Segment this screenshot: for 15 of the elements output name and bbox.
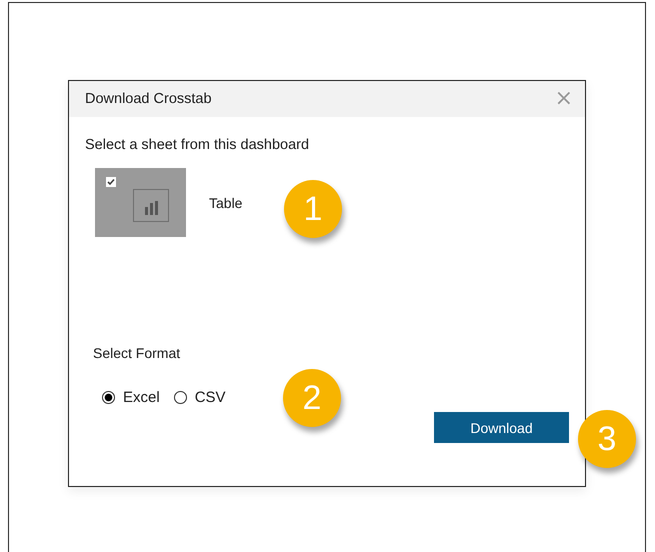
callout-badge: 2 (283, 369, 341, 427)
radio-button[interactable] (174, 391, 187, 404)
radio-label[interactable]: Excel (123, 389, 160, 406)
dialog-title: Download Crosstab (85, 91, 212, 107)
checkbox[interactable] (106, 177, 116, 187)
download-button[interactable]: Download (434, 412, 569, 443)
sheet-name: Table (209, 194, 242, 210)
sheet-thumbnail[interactable] (95, 168, 186, 237)
callout-badge: 1 (284, 180, 342, 238)
bar-chart-icon (133, 189, 169, 222)
section-label: Select Format (93, 345, 182, 361)
radio-button[interactable] (102, 391, 115, 404)
radio-label[interactable]: CSV (194, 389, 226, 406)
section-label: Select a sheet from this dashboard (85, 137, 310, 153)
callout-badge: 3 (578, 410, 636, 468)
